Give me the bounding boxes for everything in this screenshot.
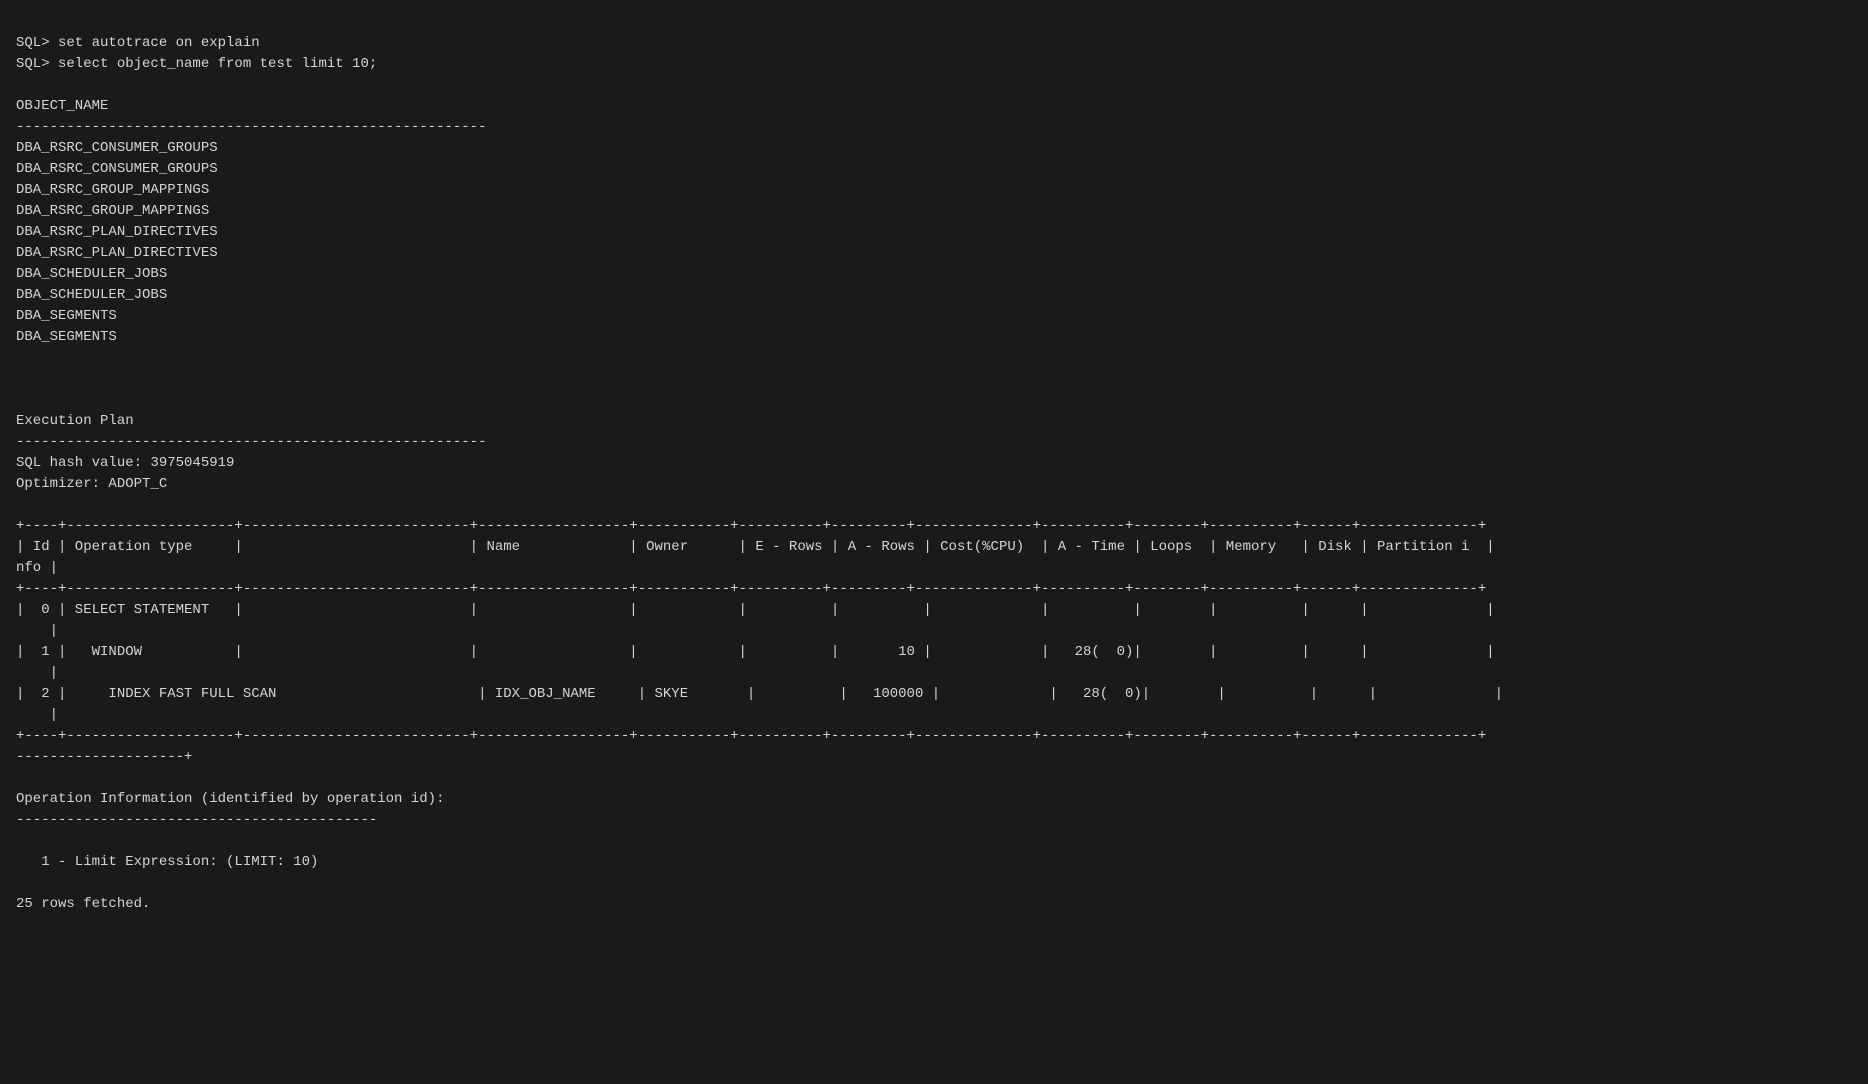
terminal-output: SQL> set autotrace on explain SQL> selec… <box>16 12 1852 915</box>
line-1: SQL> set autotrace on explain SQL> selec… <box>16 35 1503 912</box>
